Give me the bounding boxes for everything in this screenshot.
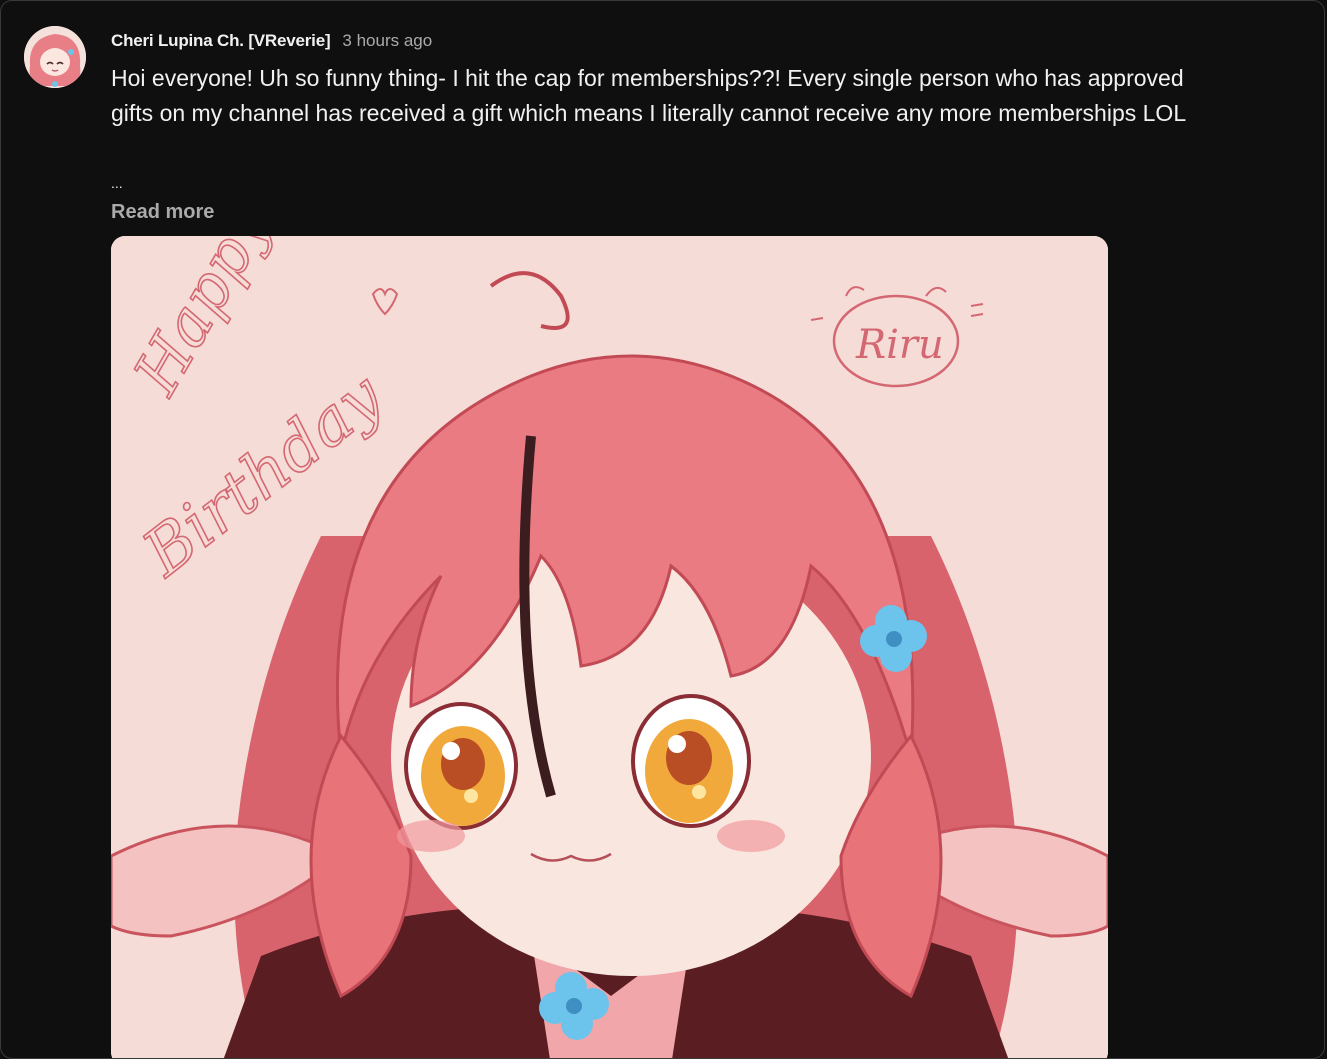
post-text: Hoi everyone! Uh so funny thing- I hit t… bbox=[111, 65, 1187, 126]
right-blush bbox=[717, 820, 785, 852]
birthday-illustration: Happy Birthday Riru bbox=[111, 236, 1108, 1058]
community-post: Cheri Lupina Ch. [VReverie] 3 hours ago … bbox=[0, 0, 1325, 1059]
right-eye bbox=[631, 694, 751, 828]
left-eye bbox=[404, 702, 518, 830]
avatar-illustration bbox=[24, 26, 86, 88]
author-name[interactable]: Cheri Lupina Ch. [VReverie] bbox=[111, 31, 331, 51]
post-timestamp[interactable]: 3 hours ago bbox=[342, 31, 432, 51]
read-more-button[interactable]: Read more bbox=[111, 201, 214, 224]
left-blush bbox=[397, 820, 465, 852]
channel-avatar[interactable] bbox=[24, 26, 86, 88]
post-image[interactable]: Happy Birthday Riru bbox=[111, 236, 1108, 1058]
svg-text:Riru: Riru bbox=[855, 322, 944, 368]
truncation-ellipsis: ... bbox=[111, 175, 123, 191]
post-header: Cheri Lupina Ch. [VReverie] 3 hours ago bbox=[111, 29, 432, 53]
